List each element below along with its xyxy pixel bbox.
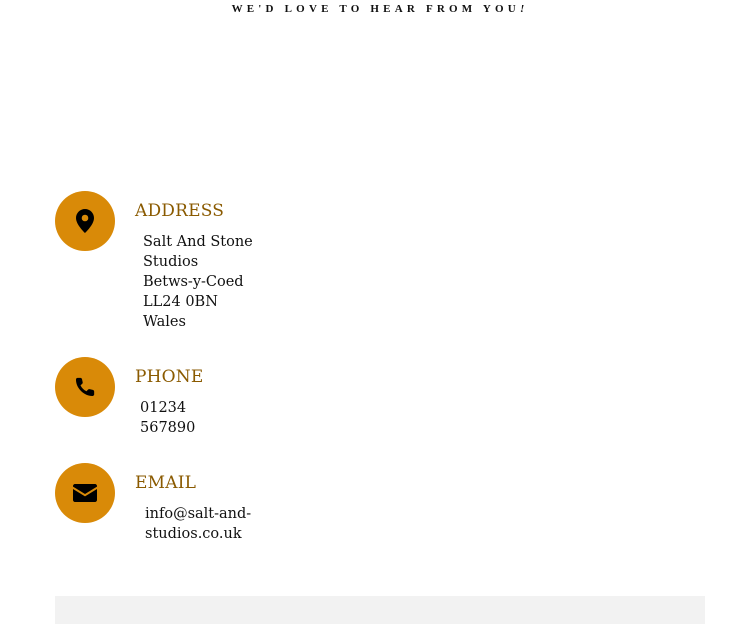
phone-icon-badge	[55, 357, 115, 417]
section-heading-text: WE'D LOVE TO HEAR FROM YOU	[231, 3, 520, 15]
address-line: Studios	[143, 254, 199, 270]
address-line: Wales	[143, 314, 186, 330]
address-title: ADDRESS	[135, 201, 225, 221]
map-pin-icon	[76, 209, 94, 233]
address-lines: Salt And Stone Studios Betws-y-Coed LL24…	[143, 232, 253, 332]
email-lines[interactable]: info@salt-and- studios.co.uk	[145, 504, 251, 544]
section-heading: WE'D LOVE TO HEAR FROM YOU!	[0, 3, 744, 15]
section-heading-exclamation: !	[519, 3, 529, 15]
email-line[interactable]: studios.co.uk	[145, 524, 251, 544]
email-line[interactable]: info@salt-and-	[145, 504, 251, 524]
envelope-icon	[73, 484, 97, 502]
email-title: EMAIL	[135, 473, 197, 493]
address-line: LL24 0BN	[143, 294, 218, 310]
phone-line[interactable]: 567890	[140, 418, 195, 438]
phone-line[interactable]: 01234	[140, 398, 195, 418]
footer-band	[55, 596, 705, 624]
address-line: Betws-y-Coed	[143, 274, 244, 290]
phone-title: PHONE	[135, 367, 204, 387]
phone-icon	[75, 377, 95, 397]
address-icon-badge	[55, 191, 115, 251]
email-icon-badge	[55, 463, 115, 523]
phone-lines[interactable]: 01234 567890	[140, 398, 195, 438]
address-line: Salt And Stone	[143, 234, 253, 250]
